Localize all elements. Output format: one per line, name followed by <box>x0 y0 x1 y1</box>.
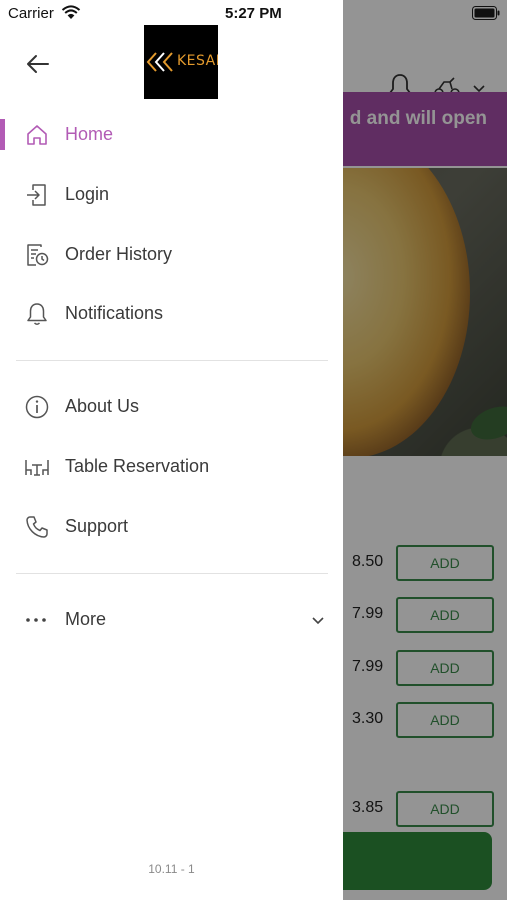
menu-item-order-history[interactable]: Order History <box>0 231 343 279</box>
bell-icon <box>27 303 47 325</box>
menu-item-notifications[interactable]: Notifications <box>0 290 343 338</box>
menu-item-about-us[interactable]: About Us <box>0 383 343 431</box>
wifi-icon <box>61 5 81 19</box>
menu-label: Login <box>65 184 110 204</box>
app-version: 10.11 - 1 <box>148 862 195 876</box>
menu-label: About Us <box>65 396 140 416</box>
navigation-drawer: KESAR Home Login Order History Notifi <box>0 0 343 900</box>
menu-label: Support <box>65 516 129 536</box>
chevron-down-icon[interactable] <box>311 614 325 626</box>
battery-icon <box>472 6 500 20</box>
menu-divider <box>16 573 328 574</box>
menu-item-support[interactable]: Support <box>0 503 343 551</box>
menu-label: Order History <box>65 244 173 264</box>
table-icon <box>25 460 49 476</box>
menu-label: Table Reservation <box>65 456 210 476</box>
back-arrow-icon[interactable] <box>24 50 52 78</box>
status-bar: Carrier 5:27 PM <box>0 0 507 28</box>
more-dots-icon <box>26 618 46 622</box>
carrier-label: Carrier <box>8 5 54 22</box>
home-icon <box>27 125 47 145</box>
order-history-icon <box>27 244 49 266</box>
login-icon <box>27 184 46 206</box>
menu-item-more[interactable]: More <box>0 596 343 644</box>
status-time: 5:27 PM <box>225 5 282 22</box>
logo-text: KESAR <box>177 53 218 69</box>
logo-chevron-icon <box>146 52 173 72</box>
menu-label: Home <box>65 124 114 144</box>
menu-item-login[interactable]: Login <box>0 171 343 219</box>
menu-label: More <box>65 609 107 629</box>
phone-icon <box>26 516 48 538</box>
menu-item-home[interactable]: Home <box>0 111 343 159</box>
menu-item-table-reservation[interactable]: Table Reservation <box>0 443 343 491</box>
menu-divider <box>16 360 328 361</box>
menu-label: Notifications <box>65 303 164 323</box>
restaurant-logo: KESAR <box>144 25 218 99</box>
info-icon <box>25 395 49 419</box>
